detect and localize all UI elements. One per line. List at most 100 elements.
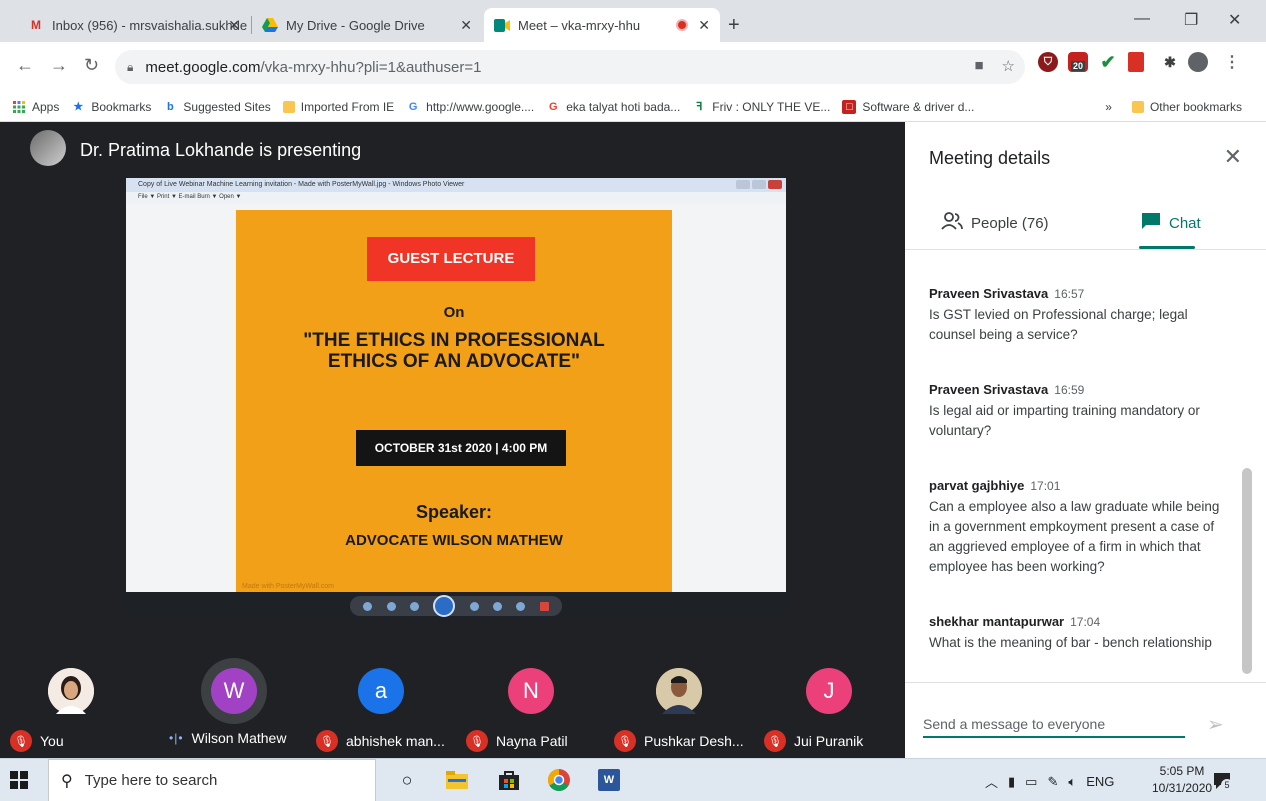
- message-text: What is the meaning of bar - bench relat…: [929, 635, 1212, 650]
- maximize-icon: [752, 180, 766, 189]
- participant-name: Jui Puranik: [794, 733, 864, 749]
- participant-tile[interactable]: 🎙︎ Pushkar Desh...: [608, 662, 748, 762]
- tab-label: Inbox (956) - mrsvaishalia.sukhde: [52, 17, 248, 33]
- previous-icon: [409, 601, 419, 611]
- participant-name: You: [40, 733, 64, 749]
- taskbar-search[interactable]: ⚲ Type here to search: [48, 759, 376, 801]
- volume-icon[interactable]: 🔈︎: [1068, 774, 1076, 790]
- tab-meet[interactable]: Meet – vka-mrxy-hhu ✕: [484, 8, 720, 42]
- menu-kebab-icon[interactable]: ⋮: [1222, 52, 1242, 72]
- participant-name-row: 🎙︎ Nayna Patil: [466, 730, 568, 752]
- show-hidden-icons-icon[interactable]: ︿: [985, 772, 998, 791]
- close-tab-icon[interactable]: ✕: [460, 17, 472, 34]
- windows-start-icon[interactable]: [10, 771, 28, 789]
- bookmark-imported-from-ie[interactable]: Imported From IE: [282, 100, 394, 114]
- windows-taskbar: ⚲ Type here to search ○ W ︿ ▮ ▭ ✎ 🔈︎ ENG…: [0, 758, 1266, 801]
- ublock-icon[interactable]: ⛉: [1038, 52, 1058, 72]
- clock[interactable]: 5:05 PM 10/31/2020: [1152, 763, 1212, 797]
- file-explorer-icon[interactable]: [446, 769, 468, 791]
- camera-icon[interactable]: ■: [974, 57, 983, 75]
- back-icon[interactable]: ←: [16, 55, 34, 76]
- taskbar-search-placeholder: Type here to search: [84, 772, 218, 789]
- profile-avatar[interactable]: [1188, 52, 1208, 72]
- message-sender: Praveen Srivastava: [929, 286, 1049, 301]
- chat-scrollbar[interactable]: [1242, 468, 1252, 674]
- chrome-icon[interactable]: [548, 769, 570, 791]
- shared-screen: Copy of Live Webinar Machine Learning in…: [126, 178, 786, 620]
- tab-label: Meet – vka-mrxy-hhu: [518, 17, 641, 33]
- participant-tile[interactable]: W •|• Wilson Mathew: [163, 658, 303, 762]
- mic-off-icon: 🎙︎: [316, 730, 338, 752]
- tab-gmail[interactable]: M Inbox (956) - mrsvaishalia.sukhde ✕: [18, 8, 250, 42]
- rotate-left-icon: [493, 601, 503, 611]
- bookmark-friv[interactable]: ꟻ Friv : ONLY THE VE...: [692, 100, 830, 114]
- folder-icon: [1131, 100, 1144, 113]
- bookmark-label: Suggested Sites: [183, 99, 271, 114]
- word-icon[interactable]: W: [598, 769, 620, 791]
- presenter-avatar: [30, 130, 66, 166]
- divider: [905, 249, 1266, 250]
- lenovo-icon: □: [842, 99, 857, 114]
- poster-topic-line2: ETHICS OF AN ADVOCATE": [327, 351, 581, 372]
- audio-level-icon: •|•: [169, 731, 184, 745]
- tab-chat[interactable]: Chat: [1141, 212, 1201, 234]
- bookmark-software-drivers[interactable]: □ Software & driver d...: [842, 99, 975, 114]
- mic-off-icon: 🎙︎: [764, 730, 786, 752]
- other-bookmarks[interactable]: Other bookmarks: [1131, 100, 1242, 114]
- participant-avatar: a: [358, 668, 404, 714]
- participant-tile[interactable]: J 🎙︎ Jui Puranik: [758, 662, 898, 762]
- participant-tile[interactable]: N 🎙︎ Nayna Patil: [460, 662, 600, 762]
- minimize-icon: [736, 180, 750, 189]
- extensions-puzzle-icon[interactable]: ✱: [1160, 52, 1180, 72]
- bookmark-label: Apps: [32, 99, 60, 114]
- close-window-icon[interactable]: ✕: [1228, 10, 1241, 30]
- reload-icon[interactable]: ↻: [84, 55, 99, 76]
- bookmark-star-icon[interactable]: ☆: [1002, 57, 1015, 75]
- bookmark-label: Software & driver d...: [862, 99, 975, 114]
- bookmark-extension-icon[interactable]: [1128, 52, 1144, 72]
- bookmark-google[interactable]: G http://www.google....: [406, 100, 534, 114]
- bookmark-apps[interactable]: Apps: [12, 100, 59, 114]
- photo-viewer-controls-bar: [126, 592, 786, 620]
- address-bar[interactable]: 🔒︎ meet.google.com/vka-mrxy-hhu?pli=1&au…: [115, 50, 1025, 84]
- language-indicator[interactable]: ENG: [1086, 774, 1114, 789]
- meet-icon: [494, 17, 510, 33]
- store-icon[interactable]: [498, 769, 520, 791]
- calendar-extension-icon[interactable]: 20: [1068, 52, 1088, 72]
- bookmark-suggested-sites[interactable]: b Suggested Sites: [163, 99, 271, 114]
- minimize-icon[interactable]: —: [1134, 10, 1150, 28]
- bookmark-bookmarks[interactable]: ★ Bookmarks: [71, 100, 151, 114]
- tab-drive[interactable]: My Drive - Google Drive ✕: [252, 8, 482, 42]
- divider: [905, 682, 1266, 683]
- participant-avatar: J: [806, 668, 852, 714]
- network-icon[interactable]: ▭: [1025, 774, 1037, 790]
- mic-off-icon: 🎙︎: [614, 730, 636, 752]
- next-icon: [469, 601, 479, 611]
- task-view-icon[interactable]: ○: [396, 769, 418, 791]
- bookmark-eka-talyat[interactable]: G eka talyat hoti bada...: [546, 100, 680, 114]
- participant-tile[interactable]: 🎙︎ You: [0, 662, 140, 762]
- pen-icon[interactable]: ✎: [1047, 774, 1058, 790]
- send-icon[interactable]: ➢: [1207, 712, 1224, 737]
- notifications-icon[interactable]: 5: [1212, 771, 1233, 791]
- participant-avatar: W: [211, 668, 257, 714]
- bookmark-label: http://www.google....: [426, 99, 535, 114]
- forward-icon[interactable]: →: [50, 55, 68, 76]
- restore-icon[interactable]: ❐: [1184, 10, 1198, 30]
- check-extension-icon[interactable]: ✔: [1098, 52, 1118, 72]
- message-sender: parvat gajbhiye: [929, 478, 1025, 493]
- more-bookmarks-button[interactable]: »: [1105, 100, 1112, 114]
- close-panel-icon[interactable]: ✕: [1224, 144, 1242, 170]
- participant-avatar: N: [508, 668, 554, 714]
- close-tab-icon[interactable]: ✕: [698, 17, 710, 34]
- usb-icon[interactable]: ▮: [1008, 774, 1015, 790]
- close-tab-icon[interactable]: ✕: [228, 17, 240, 34]
- new-tab-button[interactable]: +: [728, 14, 740, 37]
- star-icon: ★: [73, 101, 84, 113]
- bookmark-label: Friv : ONLY THE VE...: [712, 99, 831, 114]
- participant-tile[interactable]: a 🎙︎ abhishek man...: [310, 662, 450, 762]
- chat-icon: [1141, 212, 1161, 234]
- clock-date: 10/31/2020: [1152, 781, 1213, 795]
- chat-message-input[interactable]: [923, 712, 1185, 738]
- tab-people[interactable]: People (76): [941, 212, 1049, 234]
